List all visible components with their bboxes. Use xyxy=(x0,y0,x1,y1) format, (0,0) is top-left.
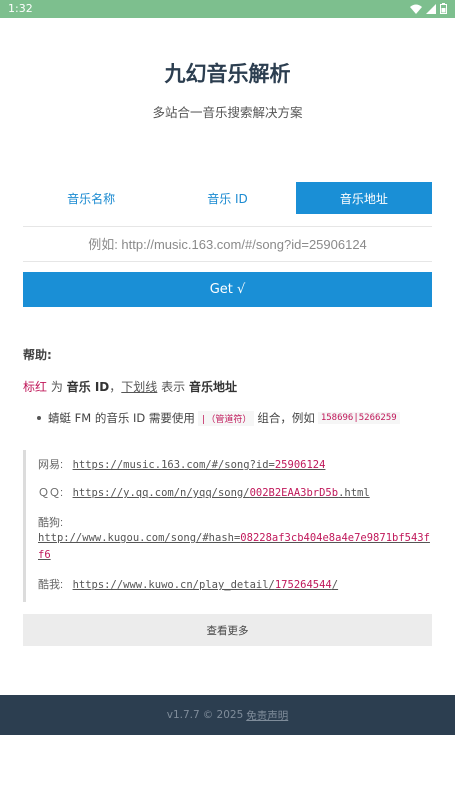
example-link[interactable]: https://music.163.com/#/song?id=25906124 xyxy=(73,459,326,471)
app-title: 九幻音乐解析 xyxy=(164,62,291,86)
example-code: 158696|5266259 xyxy=(317,412,400,424)
footer-copyright: © 2025 xyxy=(202,709,244,721)
example-link[interactable]: http://www.kugou.com/song/#hash=08228af3… xyxy=(38,532,430,561)
disclaimer-link[interactable]: 免责声明 xyxy=(246,708,288,723)
example-kugou: 酷狗: http://www.kugou.com/song/#hash=0822… xyxy=(38,514,433,564)
app-subtitle: 多站合一音乐搜索解决方案 xyxy=(152,105,303,120)
music-url-input[interactable] xyxy=(23,226,432,262)
example-link[interactable]: https://y.qq.com/n/yqq/song/002B2EAA3brD… xyxy=(73,487,370,499)
example-netease: 网易: https://music.163.com/#/song?id=2590… xyxy=(38,456,433,472)
bullet-icon xyxy=(37,416,41,420)
example-list: 网易: https://music.163.com/#/song?id=2590… xyxy=(23,450,432,602)
example-label: ＱＱ: xyxy=(38,487,64,499)
qingting-note: 蜻蜓 FM 的音乐 ID 需要使用 |（管道符） 组合，例如 158696|52… xyxy=(37,410,403,426)
help-title: 帮助: xyxy=(23,348,52,362)
example-label: 酷我: xyxy=(38,579,64,591)
get-button[interactable]: Get √ xyxy=(23,272,432,307)
battery-icon xyxy=(440,3,447,17)
view-more-button[interactable]: 查看更多 xyxy=(23,614,432,646)
wifi-icon xyxy=(410,4,422,17)
legend-underline-word: 下划线 xyxy=(121,380,158,394)
status-icons xyxy=(410,3,447,17)
example-qq: ＱＱ: https://y.qq.com/n/yqq/song/002B2EAA… xyxy=(38,484,433,500)
tab-music-name[interactable]: 音乐名称 xyxy=(23,182,159,214)
legend-red-word: 标红 xyxy=(23,380,48,394)
search-mode-tabs: 音乐名称 音乐 ID 音乐地址 xyxy=(23,182,432,214)
footer: v1.7.7 © 2025 免责声明 xyxy=(0,695,455,735)
example-label: 酷狗: xyxy=(38,517,64,529)
footer-version: v1.7.7 xyxy=(166,709,200,721)
example-kuwo: 酷我: https://www.kuwo.cn/play_detail/1752… xyxy=(38,576,433,592)
help-legend: 标红 为 音乐 ID，下划线 表示 音乐地址 xyxy=(23,380,237,394)
legend-music-url: 音乐地址 xyxy=(188,380,237,394)
status-time: 1:32 xyxy=(8,2,33,15)
pipe-code: |（管道符） xyxy=(197,410,255,426)
example-link[interactable]: https://www.kuwo.cn/play_detail/17526454… xyxy=(73,579,339,591)
signal-icon xyxy=(426,3,436,17)
status-bar: 1:32 xyxy=(0,0,455,18)
tab-music-id[interactable]: 音乐 ID xyxy=(159,182,295,214)
example-label: 网易: xyxy=(38,459,64,471)
legend-music-id: 音乐 ID xyxy=(66,380,110,394)
tab-music-url[interactable]: 音乐地址 xyxy=(295,182,432,214)
